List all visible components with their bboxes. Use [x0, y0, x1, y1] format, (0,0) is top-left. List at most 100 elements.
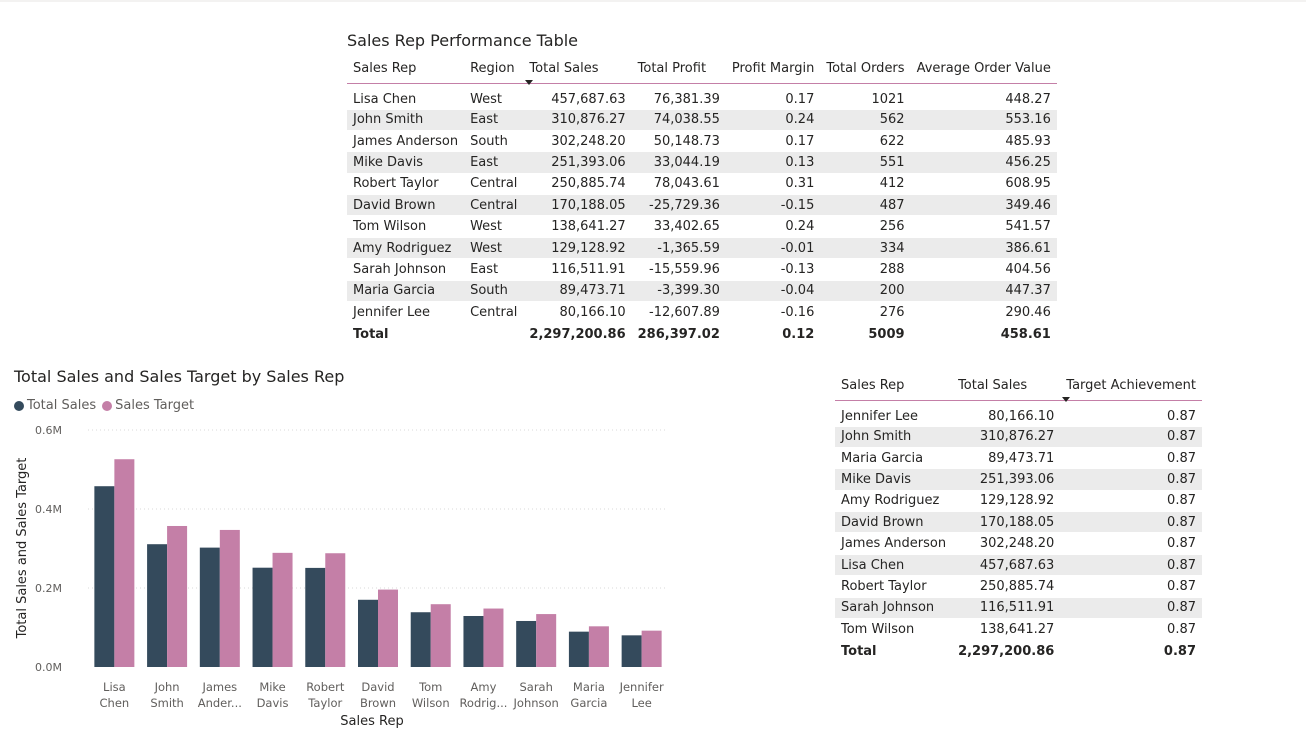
table-row[interactable]: Lisa Chen West 457,687.63 76,381.39 0.17 1021…: [347, 83, 1057, 110]
bar-total-sales[interactable]: [621, 635, 642, 667]
column-header-total-profit[interactable]: Total Profit: [631, 57, 726, 84]
table-row[interactable]: Tom Wilson 138,641.27 0.87: [835, 618, 1202, 641]
table-cell-total-sales: 116,511.91: [952, 597, 1061, 620]
table-row[interactable]: Lisa Chen 457,687.63 0.87: [835, 554, 1202, 577]
bar-total-sales[interactable]: [463, 615, 484, 667]
bar-sales-target[interactable]: [430, 604, 451, 667]
y-tick-label: 0.4M: [35, 503, 62, 516]
table-cell-total-sales: 170,188.05: [523, 194, 632, 217]
table-cell-region: Central: [464, 194, 524, 217]
bar-sales-target[interactable]: [536, 614, 557, 667]
table-cell-total-sales: 302,248.20: [523, 130, 632, 153]
table-row[interactable]: John Smith East 310,876.27 74,038.55 0.24 562…: [347, 109, 1057, 131]
column-header-profit-margin[interactable]: Profit Margin: [725, 57, 821, 84]
bar-sales-target[interactable]: [588, 626, 609, 667]
table-cell-total-profit: 33,044.19: [631, 151, 726, 174]
bar-total-sales[interactable]: [252, 567, 273, 667]
table-row[interactable]: Maria Garcia South 89,473.71 -3,399.30 -0.04…: [347, 280, 1057, 303]
table-row[interactable]: Tom Wilson West 138,641.27 33,402.65 0.24 256…: [347, 215, 1057, 238]
column-header-average-order-value[interactable]: Average Order Value: [910, 57, 1057, 84]
column-header-total-orders[interactable]: Total Orders: [820, 57, 911, 84]
table-cell-average-order-value: 349.46: [910, 194, 1057, 217]
column-header-sales-rep[interactable]: Sales Rep: [347, 57, 465, 84]
table-cell-total-sales: 138,641.27: [523, 215, 632, 238]
table-cell-total-profit: 78,043.61: [631, 173, 726, 196]
table-row[interactable]: Amy Rodriguez West 129,128.92 -1,365.59 -0.0…: [347, 237, 1057, 260]
table-row[interactable]: David Brown 170,188.05 0.87: [835, 511, 1202, 534]
table-cell-total-profit: -3,399.30: [631, 280, 726, 303]
bar-total-sales[interactable]: [358, 599, 378, 667]
table-row[interactable]: James Anderson 302,248.20 0.87: [835, 532, 1202, 555]
table-cell-average-order-value: 404.56: [910, 258, 1057, 281]
bar-sales-target[interactable]: [641, 630, 662, 667]
bar-total-sales[interactable]: [410, 612, 431, 667]
table-row[interactable]: Mike Davis East 251,393.06 33,044.19 0.13 551…: [347, 151, 1057, 174]
table-row[interactable]: James Anderson South 302,248.20 50,148.73 0.…: [347, 130, 1057, 153]
table-cell-region: Central: [464, 301, 524, 324]
table-cell-target-achievement: 0.87: [1060, 618, 1202, 641]
column-header-target-achievement[interactable]: Target Achievement: [1060, 374, 1202, 402]
table-cell-profit-margin: -0.13: [725, 258, 821, 281]
total-row: Total 2,297,200.86 286,397.02 0.12 5009 458.6…: [347, 322, 1057, 346]
table-row[interactable]: Robert Taylor Central 250,885.74 78,043.61 0…: [347, 173, 1057, 196]
table-cell-average-order-value: 290.46: [910, 301, 1057, 324]
table-cell-total-sales: 138,641.27: [952, 618, 1061, 641]
x-tick-label: Jennifer: [619, 680, 664, 694]
bar-total-sales[interactable]: [147, 544, 168, 667]
chart-title: Total Sales and Sales Target by Sales Re…: [14, 367, 345, 386]
table-cell-total-orders: 200: [820, 280, 911, 303]
table-cell-profit-margin: 0.17: [725, 130, 821, 153]
column-header-total-sales[interactable]: Total Sales: [523, 57, 632, 85]
bar-sales-target[interactable]: [219, 529, 240, 667]
bar-total-sales[interactable]: [199, 547, 220, 667]
column-header-sales-rep[interactable]: Sales Rep: [835, 374, 953, 401]
bar-sales-target[interactable]: [167, 525, 188, 667]
table-row[interactable]: Jennifer Lee Central 80,166.10 -12,607.89 -0…: [347, 301, 1057, 324]
table-cell-total-sales: 170,188.05: [952, 511, 1061, 534]
y-axis-title: Total Sales and Sales Target: [15, 458, 30, 640]
table-row[interactable]: Jennifer Lee 80,166.10 0.87: [835, 400, 1202, 427]
bar-sales-target[interactable]: [483, 608, 504, 667]
bar-total-sales[interactable]: [568, 631, 589, 667]
table-cell-sales-rep: Tom Wilson: [835, 618, 953, 641]
bar-chart[interactable]: 0.0M 0.2M 0.4M 0.6M Lisa Chen John Smith James An…: [0, 390, 700, 731]
total-cell-sales-rep: Total: [835, 639, 953, 663]
table-cell-sales-rep: Amy Rodriguez: [835, 490, 953, 513]
table-row[interactable]: Mike Davis 251,393.06 0.87: [835, 468, 1202, 491]
table-row[interactable]: David Brown Central 170,188.05 -25,729.36 -0…: [347, 194, 1057, 217]
table-cell-profit-margin: -0.15: [725, 194, 821, 217]
top-border: [0, 0, 1306, 2]
table-cell-average-order-value: 456.25: [910, 151, 1057, 174]
table-row[interactable]: John Smith 310,876.27 0.87: [835, 426, 1202, 448]
table-cell-region: Central: [464, 173, 524, 196]
bar-sales-target[interactable]: [114, 459, 135, 667]
x-tick-label: Sarah: [519, 680, 552, 694]
total-cell-sales-rep: Total: [347, 322, 465, 346]
table-cell-total-profit: 74,038.55: [631, 109, 726, 131]
table-cell-total-sales: 251,393.06: [523, 151, 632, 174]
performance-table-title: Sales Rep Performance Table: [347, 31, 579, 50]
table-cell-total-profit: -25,729.36: [631, 194, 726, 217]
bar-sales-target[interactable]: [325, 553, 346, 667]
column-header-region[interactable]: Region: [464, 57, 524, 84]
table-row[interactable]: Robert Taylor 250,885.74 0.87: [835, 575, 1202, 598]
table-cell-sales-rep: Mike Davis: [347, 151, 465, 174]
x-tick-label: Lee: [631, 696, 651, 710]
table-cell-sales-rep: Maria Garcia: [347, 280, 465, 303]
table-row[interactable]: Amy Rodriguez 129,128.92 0.87: [835, 490, 1202, 513]
table-row[interactable]: Sarah Johnson 116,511.91 0.87: [835, 597, 1202, 620]
bar-total-sales[interactable]: [516, 620, 537, 667]
performance-table[interactable]: Sales Rep Region Total Sales Total Profit Pr…: [347, 57, 1057, 346]
bar-total-sales[interactable]: [94, 486, 115, 667]
column-header-total-sales[interactable]: Total Sales: [952, 374, 1061, 401]
table-cell-sales-rep: Robert Taylor: [347, 173, 465, 196]
table-cell-sales-rep: Lisa Chen: [347, 83, 465, 110]
table-row[interactable]: Maria Garcia 89,473.71 0.87: [835, 447, 1202, 470]
target-table[interactable]: Sales Rep Total Sales Target Achievement J…: [835, 374, 1202, 663]
bar-total-sales[interactable]: [305, 567, 326, 667]
bar-sales-target[interactable]: [272, 552, 293, 667]
sort-descending-icon: [525, 79, 534, 85]
table-row[interactable]: Sarah Johnson East 116,511.91 -15,559.96 -0.…: [347, 258, 1057, 281]
bar-sales-target[interactable]: [378, 589, 398, 667]
total-cell-region: [464, 322, 524, 346]
